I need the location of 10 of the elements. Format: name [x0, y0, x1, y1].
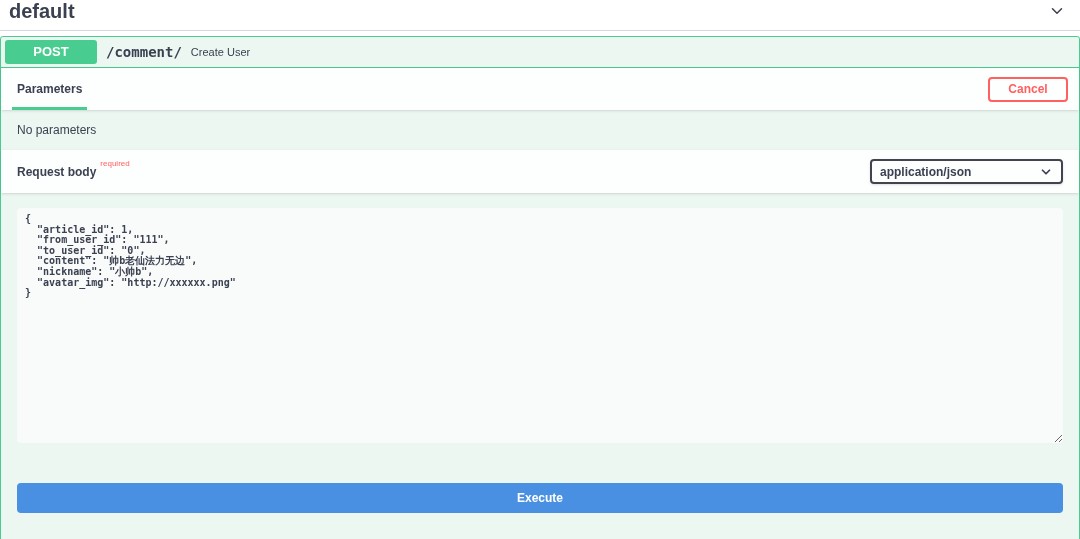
required-label: required [100, 157, 130, 170]
method-badge: POST [5, 40, 97, 64]
request-body-editor[interactable]: { "article_id": 1, "from_user_id": "111", "to_user_id": "0", "content": "帅b老仙法力无边", "nickname": "小帅b", "avatar_img": "http://xxxxxx.png" } [17, 208, 1063, 443]
request-body-label: Request body [17, 163, 97, 181]
no-parameters-text: No parameters [17, 122, 97, 139]
section-title: default [9, 1, 75, 21]
content-type-select[interactable]: application/json [870, 159, 1063, 184]
endpoint-path: /comment/ [106, 42, 182, 62]
tab[interactable]: Parameters [12, 68, 88, 110]
endpoint-summary: Create User [190, 44, 251, 60]
